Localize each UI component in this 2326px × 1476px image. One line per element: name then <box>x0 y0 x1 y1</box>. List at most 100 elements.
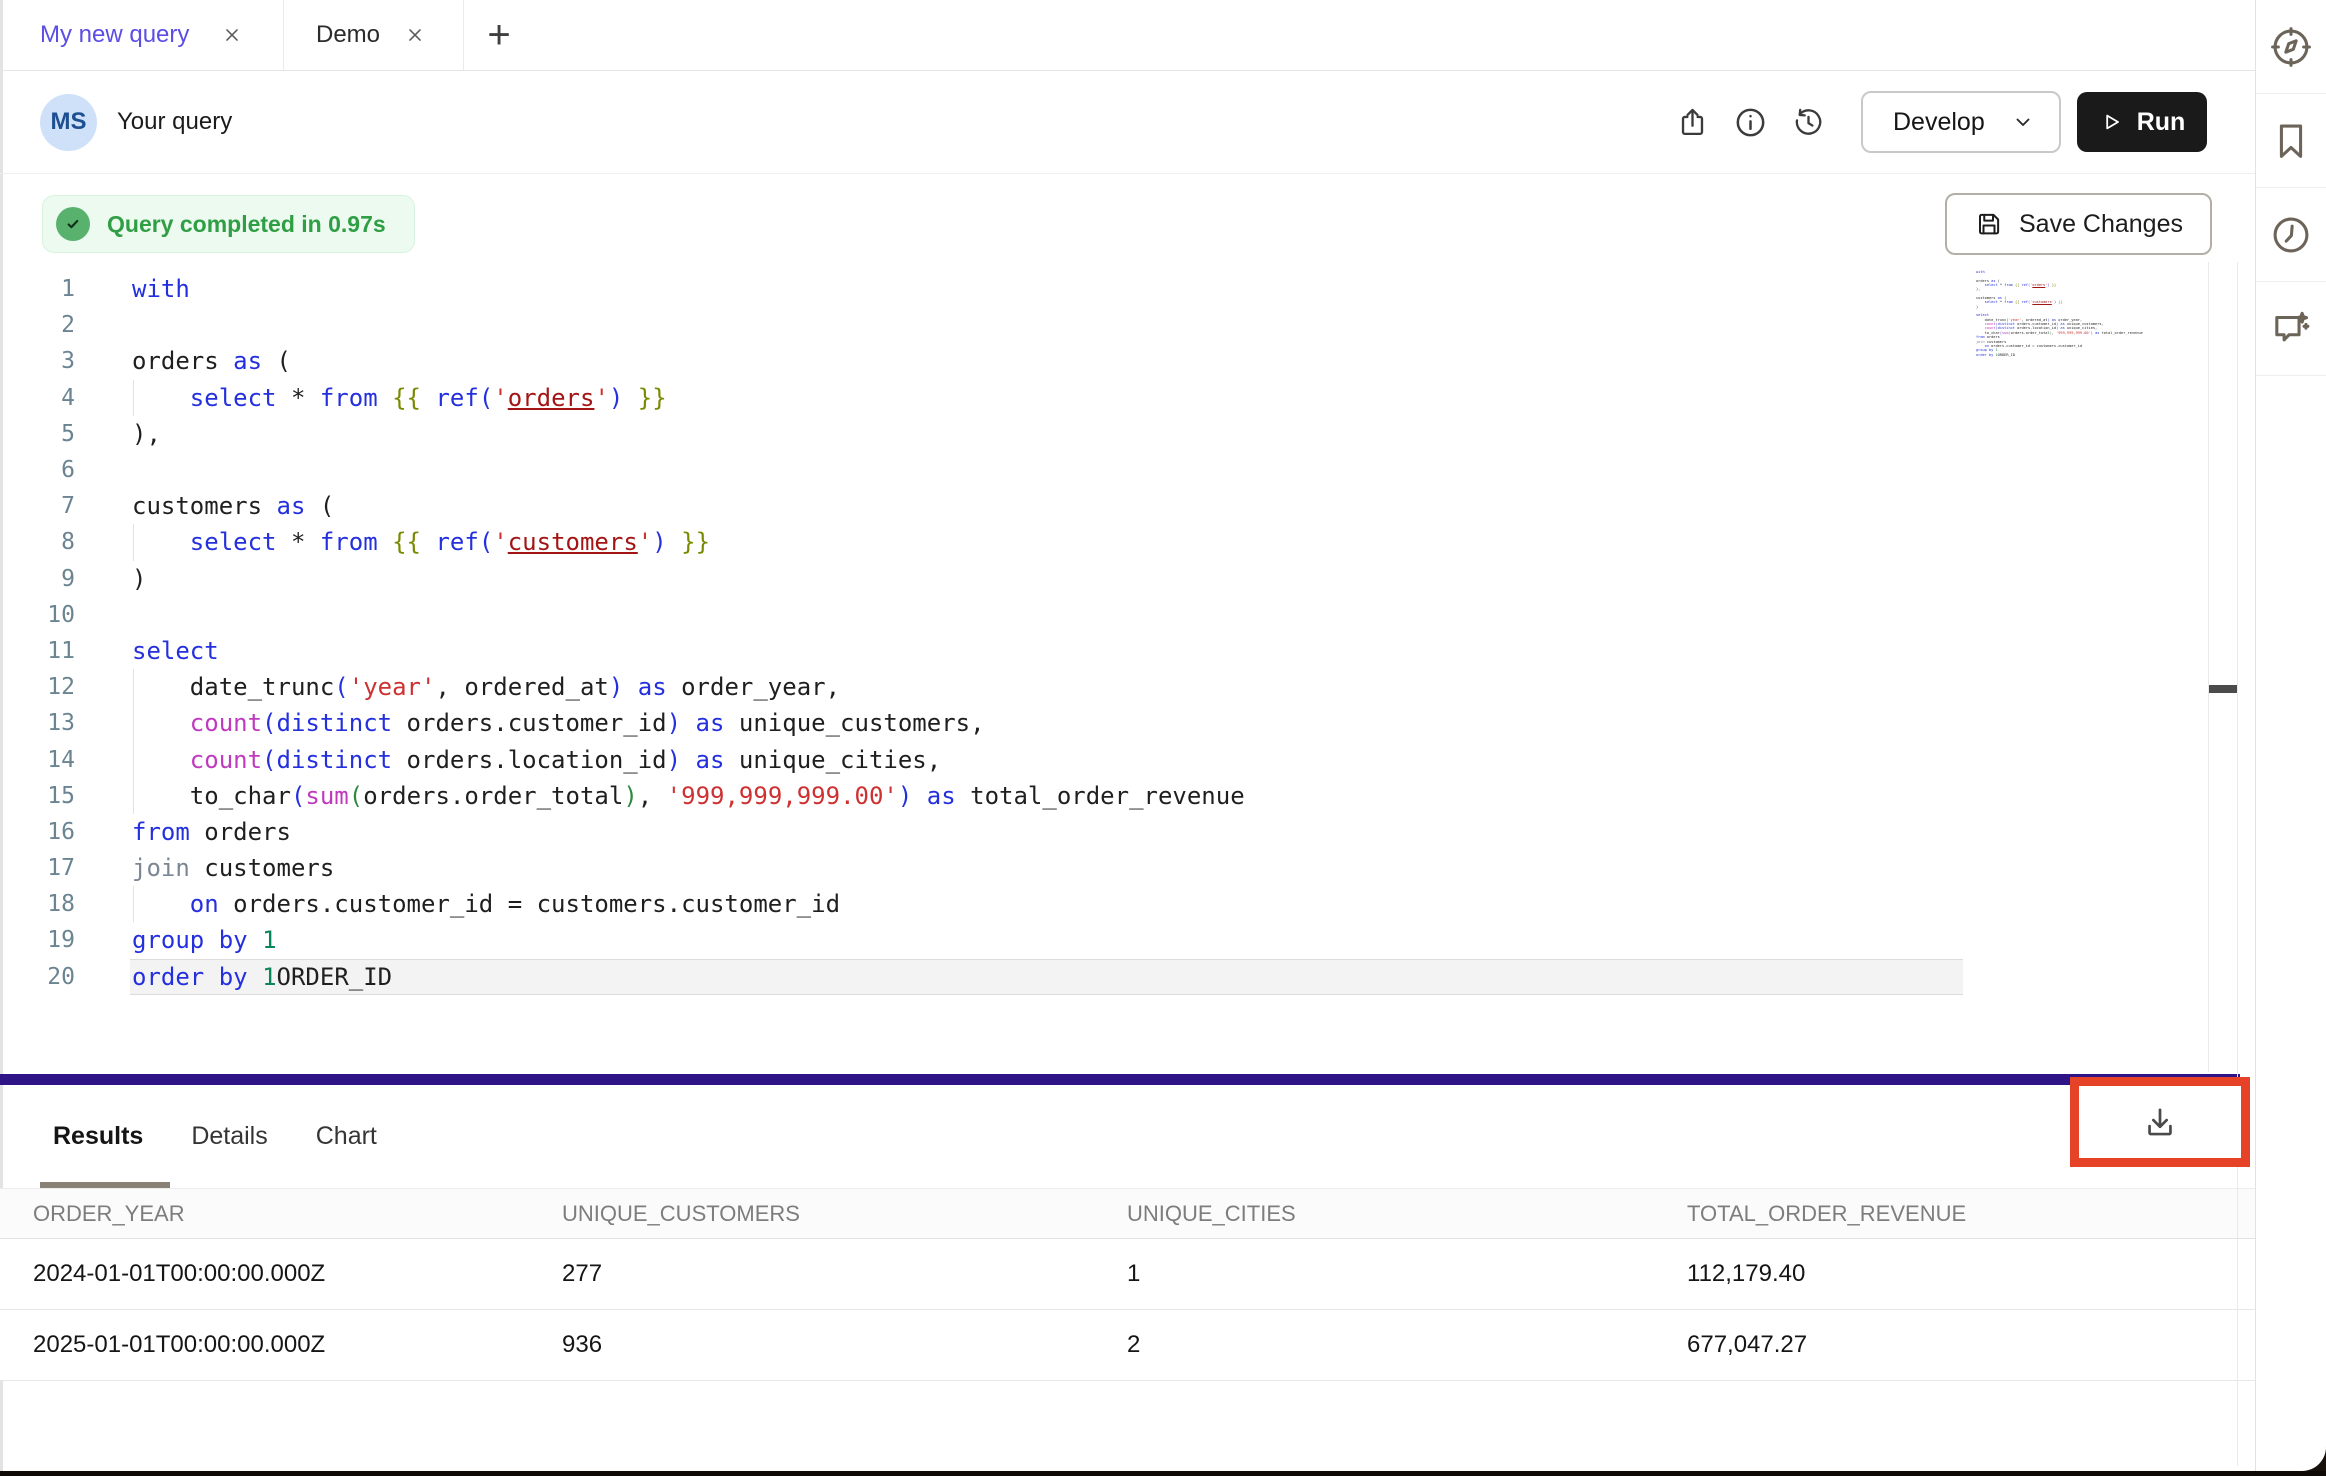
close-icon[interactable] <box>219 22 245 48</box>
window-bottom-edge <box>0 1471 2326 1476</box>
code-line[interactable]: 12 date_trunc('year', ordered_at) as ord… <box>0 669 2255 705</box>
line-number: 14 <box>0 747 75 773</box>
column-header: TOTAL_ORDER_REVENUE <box>1687 1201 2255 1227</box>
table-cell: 2025-01-01T00:00:00.000Z <box>0 1331 562 1359</box>
code-line[interactable]: 17join customers <box>0 850 2255 886</box>
line-number: 11 <box>0 638 75 664</box>
page-title: Your query <box>117 108 232 136</box>
tab-label: Demo <box>316 21 380 49</box>
add-tab-button[interactable]: + <box>464 0 534 70</box>
app-window: My new queryDemo+ MS Your query Develop … <box>0 0 2326 1476</box>
table-cell: 677,047.27 <box>1687 1331 2255 1359</box>
code-line[interactable]: 3orders as ( <box>0 343 2255 379</box>
scrollbar-thumb[interactable] <box>2209 685 2237 693</box>
code-line[interactable]: 5), <box>0 416 2255 452</box>
ai-chat-icon <box>2268 306 2314 352</box>
save-changes-button[interactable]: Save Changes <box>1945 193 2212 255</box>
code-line[interactable]: 15 to_char(sum(orders.order_total), '999… <box>0 778 2255 814</box>
code-line[interactable]: 11select <box>0 633 2255 669</box>
code-line[interactable]: 8 select * from {{ ref('customers') }} <box>0 524 2255 560</box>
editor-tab-demo[interactable]: Demo <box>284 0 464 70</box>
bookmark-button[interactable] <box>2256 94 2326 188</box>
line-number: 1 <box>0 276 75 302</box>
code-text: ), <box>75 420 161 448</box>
ai-chat-button[interactable] <box>2256 282 2326 376</box>
code-text: ) <box>75 565 146 593</box>
history-clock-button[interactable] <box>2256 188 2326 282</box>
table-row[interactable]: 2024-01-01T00:00:00.000Z2771112,179.40 <box>0 1239 2255 1310</box>
run-button-label: Run <box>2137 108 2186 137</box>
code-lines: 1with23orders as (4 select * from {{ ref… <box>0 264 2255 995</box>
develop-button[interactable]: Develop <box>1861 91 2061 153</box>
close-icon[interactable] <box>402 22 428 48</box>
table-cell: 1 <box>1127 1260 1687 1288</box>
code-line[interactable]: 14 count(distinct orders.location_id) as… <box>0 741 2255 777</box>
editor-gutter-line <box>2208 262 2209 1072</box>
results-table-body: 2024-01-01T00:00:00.000Z2771112,179.4020… <box>0 1239 2255 1381</box>
code-text: customers as ( <box>75 492 334 520</box>
column-header: ORDER_YEAR <box>0 1201 562 1227</box>
code-line[interactable]: 20order by 1ORDER_ID <box>0 959 2255 995</box>
line-number: 15 <box>0 783 75 809</box>
code-text: select * from {{ ref('orders') }} <box>75 384 667 412</box>
line-number: 10 <box>0 602 75 628</box>
history-button[interactable] <box>1779 93 1837 151</box>
code-text: with <box>75 275 190 303</box>
info-icon <box>1733 105 1768 140</box>
code-text: join customers <box>75 854 334 882</box>
bookmark-icon <box>2268 118 2314 164</box>
results-tab-results[interactable]: Results <box>53 1122 143 1151</box>
results-tab-bar: Results Details Chart <box>0 1085 2255 1188</box>
compass-button[interactable] <box>2256 0 2326 94</box>
code-line[interactable]: 2 <box>0 307 2255 343</box>
results-table-header: ORDER_YEARUNIQUE_CUSTOMERSUNIQUE_CITIEST… <box>0 1188 2255 1239</box>
code-line[interactable]: 13 count(distinct orders.customer_id) as… <box>0 705 2255 741</box>
active-tab-underline <box>40 1182 170 1188</box>
line-number: 19 <box>0 927 75 953</box>
code-line[interactable]: 1with <box>0 271 2255 307</box>
line-number: 5 <box>0 421 75 447</box>
line-number: 9 <box>0 566 75 592</box>
code-line[interactable]: 10 <box>0 597 2255 633</box>
line-number: 7 <box>0 493 75 519</box>
editor-tab-my-new-query[interactable]: My new query <box>0 0 284 70</box>
tab-label: My new query <box>40 21 189 49</box>
code-text: to_char(sum(orders.order_total), '999,99… <box>75 782 1245 810</box>
info-button[interactable] <box>1721 93 1779 151</box>
results-resize-handle[interactable] <box>0 1074 2240 1085</box>
code-text: select <box>75 637 219 665</box>
history-clock-icon <box>2268 212 2314 258</box>
minimap-line: to_char(sum(orders.order_total), '999,99… <box>1976 331 2143 335</box>
code-text: on orders.customer_id = customers.custom… <box>75 890 840 918</box>
save-changes-label: Save Changes <box>2019 210 2183 239</box>
code-line[interactable]: 4 select * from {{ ref('orders') }} <box>0 380 2255 416</box>
save-icon <box>1974 209 2004 239</box>
table-cell: 2 <box>1127 1331 1687 1359</box>
line-number: 6 <box>0 457 75 483</box>
code-line[interactable]: 16from orders <box>0 814 2255 850</box>
code-line[interactable]: 19group by 1 <box>0 922 2255 958</box>
line-number: 12 <box>0 674 75 700</box>
chevron-down-icon <box>2011 110 2035 134</box>
code-line[interactable]: 9) <box>0 561 2255 597</box>
share-button[interactable] <box>1663 93 1721 151</box>
download-icon <box>2141 1103 2179 1141</box>
play-icon <box>2099 110 2123 134</box>
line-number: 8 <box>0 529 75 555</box>
table-cell: 936 <box>562 1331 1127 1359</box>
editor-minimap[interactable]: with orders as ( select * from {{ ref('o… <box>1976 270 2143 357</box>
query-status-pill: Query completed in 0.97s <box>42 195 415 253</box>
results-tab-chart[interactable]: Chart <box>316 1122 377 1151</box>
line-number: 4 <box>0 385 75 411</box>
code-line[interactable]: 18 on orders.customer_id = customers.cus… <box>0 886 2255 922</box>
table-row[interactable]: 2025-01-01T00:00:00.000Z9362677,047.27 <box>0 1310 2255 1381</box>
run-button[interactable]: Run <box>2077 92 2207 152</box>
code-editor[interactable]: 1with23orders as (4 select * from {{ ref… <box>0 264 2255 1074</box>
code-line[interactable]: 6 <box>0 452 2255 488</box>
download-results-button[interactable] <box>2079 1086 2241 1158</box>
tab-bar: My new query Demo + <box>0 0 2255 71</box>
code-line[interactable]: 7customers as ( <box>0 488 2255 524</box>
code-text: order by 1ORDER_ID <box>75 963 392 991</box>
column-header: UNIQUE_CITIES <box>1127 1201 1687 1227</box>
results-tab-details[interactable]: Details <box>191 1122 267 1151</box>
